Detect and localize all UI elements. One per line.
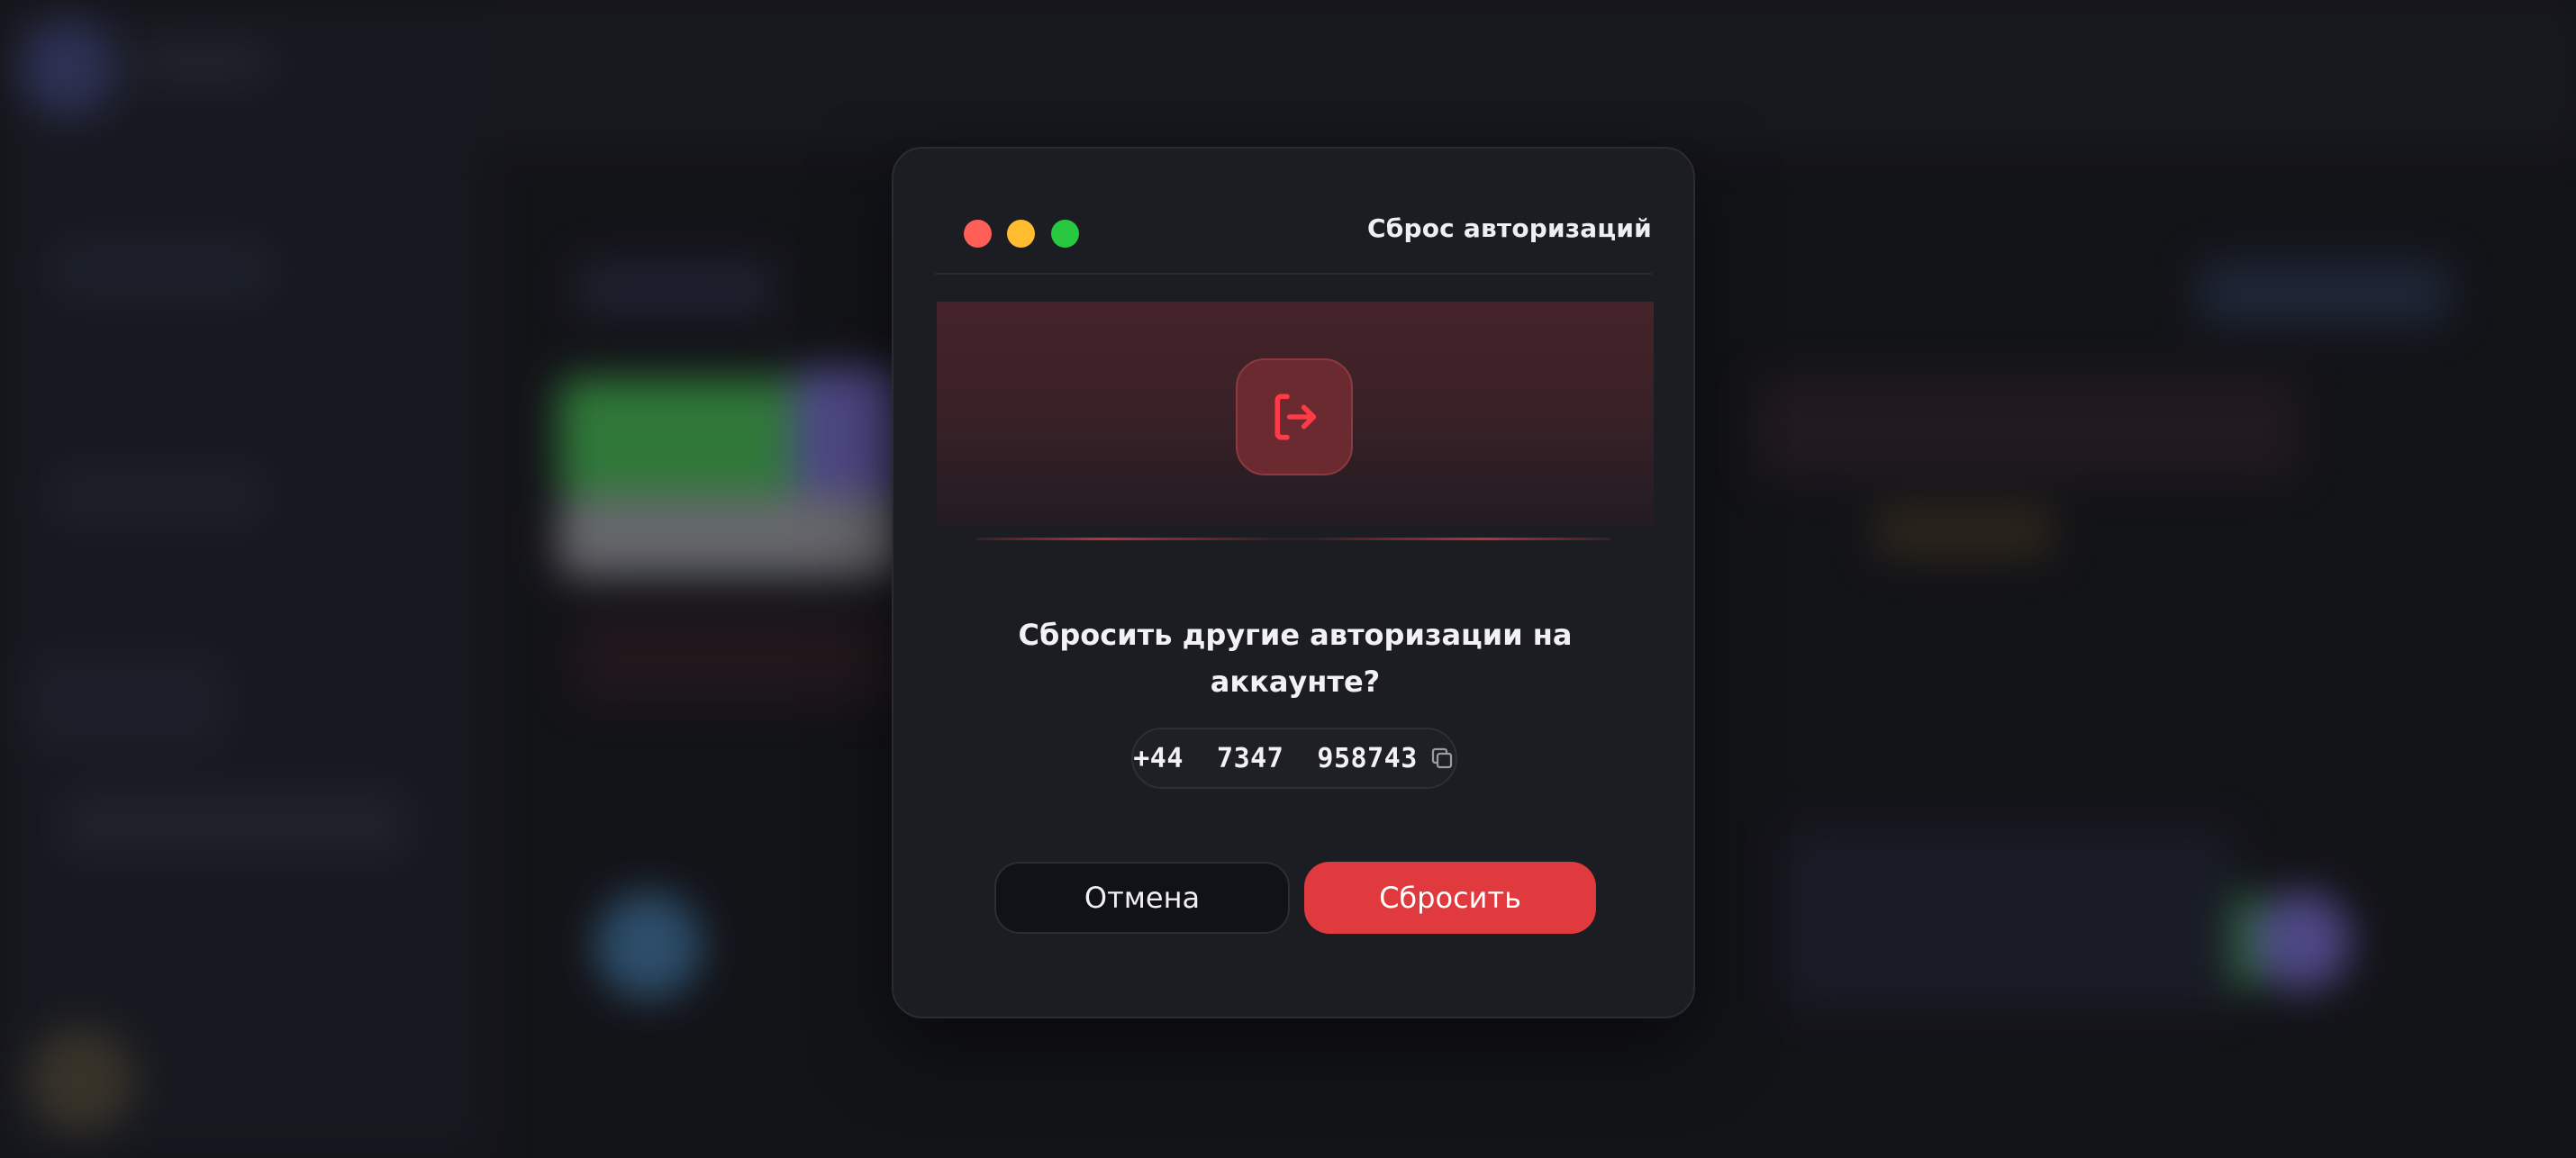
reset-button[interactable]: Сбросить (1304, 862, 1596, 934)
window-close-button[interactable] (964, 220, 992, 248)
phone-number-chip[interactable]: +44 7347 958743 (1131, 728, 1457, 789)
copy-icon[interactable] (1429, 745, 1456, 772)
window-minimize-button[interactable] (1007, 220, 1035, 248)
cancel-button[interactable]: Отмена (994, 862, 1290, 934)
phone-number: +44 7347 958743 (1133, 742, 1418, 774)
dialog-titlebar: Сброс авторизаций (935, 149, 1652, 275)
hero-divider (976, 538, 1610, 540)
logout-icon (1265, 388, 1323, 446)
dialog-question: Сбросить другие авторизации на аккаунте? (1018, 618, 1573, 699)
logout-icon-tile (1236, 358, 1353, 475)
window-zoom-button[interactable] (1051, 220, 1079, 248)
reset-authorizations-dialog: Сброс авторизаций Сбросить другие автори… (892, 147, 1695, 1018)
dialog-title: Сброс авторизаций (1366, 213, 1652, 243)
